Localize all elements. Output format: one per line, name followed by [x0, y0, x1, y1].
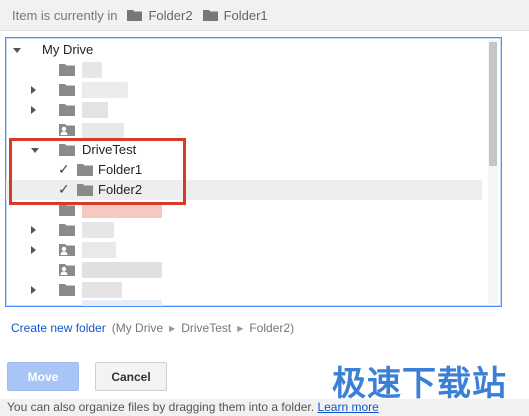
highlight-annotation: [9, 138, 186, 205]
tree-row-hidden[interactable]: [6, 220, 482, 240]
blurred-label: [82, 62, 102, 78]
folder-icon: [59, 104, 75, 116]
tree-row-hidden[interactable]: [6, 240, 482, 260]
tree-row-hidden[interactable]: [6, 260, 482, 280]
destination-path: (My Drive ▶ DriveTest ▶ Folder2): [112, 321, 294, 335]
expand-arrow-icon[interactable]: [31, 106, 36, 114]
path-segment: Folder2): [249, 321, 295, 335]
tree-row-hidden[interactable]: [6, 280, 482, 300]
folder-icon: [59, 64, 75, 76]
footer-hint: You can also organize files by dragging …: [0, 399, 529, 416]
expand-arrow-icon[interactable]: [31, 286, 36, 294]
chevron-right-icon: ▶: [169, 323, 176, 333]
learn-more-link[interactable]: Learn more: [317, 400, 378, 414]
blurred-label: [82, 300, 162, 306]
folder-icon: [59, 224, 75, 236]
tree-row-my-drive[interactable]: My Drive: [6, 40, 482, 60]
location-folder-folder1: Folder1: [202, 7, 268, 23]
blurred-label: [82, 262, 162, 278]
folder-icon: [202, 10, 218, 21]
blurred-label: [82, 123, 124, 138]
blurred-label: [82, 242, 116, 258]
expand-arrow-icon[interactable]: [31, 226, 36, 234]
location-folder-label: Folder2: [148, 7, 193, 23]
folder-icon: [59, 284, 75, 296]
blurred-label: [82, 204, 162, 218]
shared-folder-icon: [59, 124, 75, 136]
expand-arrow-icon[interactable]: [31, 246, 36, 254]
scrollbar-thumb[interactable]: [489, 42, 497, 166]
move-button[interactable]: Move: [7, 362, 79, 391]
tree-row-hidden[interactable]: [6, 120, 482, 140]
expand-arrow-icon[interactable]: [31, 306, 36, 307]
path-segment: (My Drive: [111, 321, 164, 335]
location-folder-folder2: Folder2: [127, 7, 193, 23]
watermark-logo: 极速下载站: [332, 364, 507, 404]
footer-text: You can also organize files by dragging …: [7, 400, 315, 414]
path-segment: DriveTest: [181, 321, 232, 335]
tree-scrollbar[interactable]: [488, 40, 498, 304]
folder-icon: [59, 84, 75, 96]
chevron-right-icon: ▶: [237, 323, 244, 333]
folder-icon: [127, 10, 143, 21]
shared-folder-icon: [59, 264, 75, 276]
shared-folder-icon: [59, 244, 75, 256]
collapse-arrow-icon[interactable]: [13, 48, 21, 53]
tree-row-hidden[interactable]: [6, 60, 482, 80]
tree-row-hidden[interactable]: [6, 300, 482, 307]
blurred-label: [82, 82, 128, 98]
blurred-label: [82, 222, 114, 238]
current-location-bar: Item is currently in Folder2 Folder1: [0, 0, 529, 31]
expand-arrow-icon[interactable]: [31, 86, 36, 94]
tree-row-hidden[interactable]: [6, 100, 482, 120]
cancel-button[interactable]: Cancel: [95, 362, 167, 391]
blurred-label: [82, 102, 108, 118]
blurred-label: [82, 282, 122, 298]
location-prefix: Item is currently in: [12, 7, 118, 23]
tree-row-hidden[interactable]: [6, 80, 482, 100]
create-folder-row: Create new folder (My Drive ▶ DriveTest …: [11, 321, 294, 335]
location-folder-label: Folder1: [223, 7, 268, 23]
create-new-folder-link[interactable]: Create new folder: [11, 321, 106, 335]
tree-label-my-drive[interactable]: My Drive: [42, 42, 93, 57]
